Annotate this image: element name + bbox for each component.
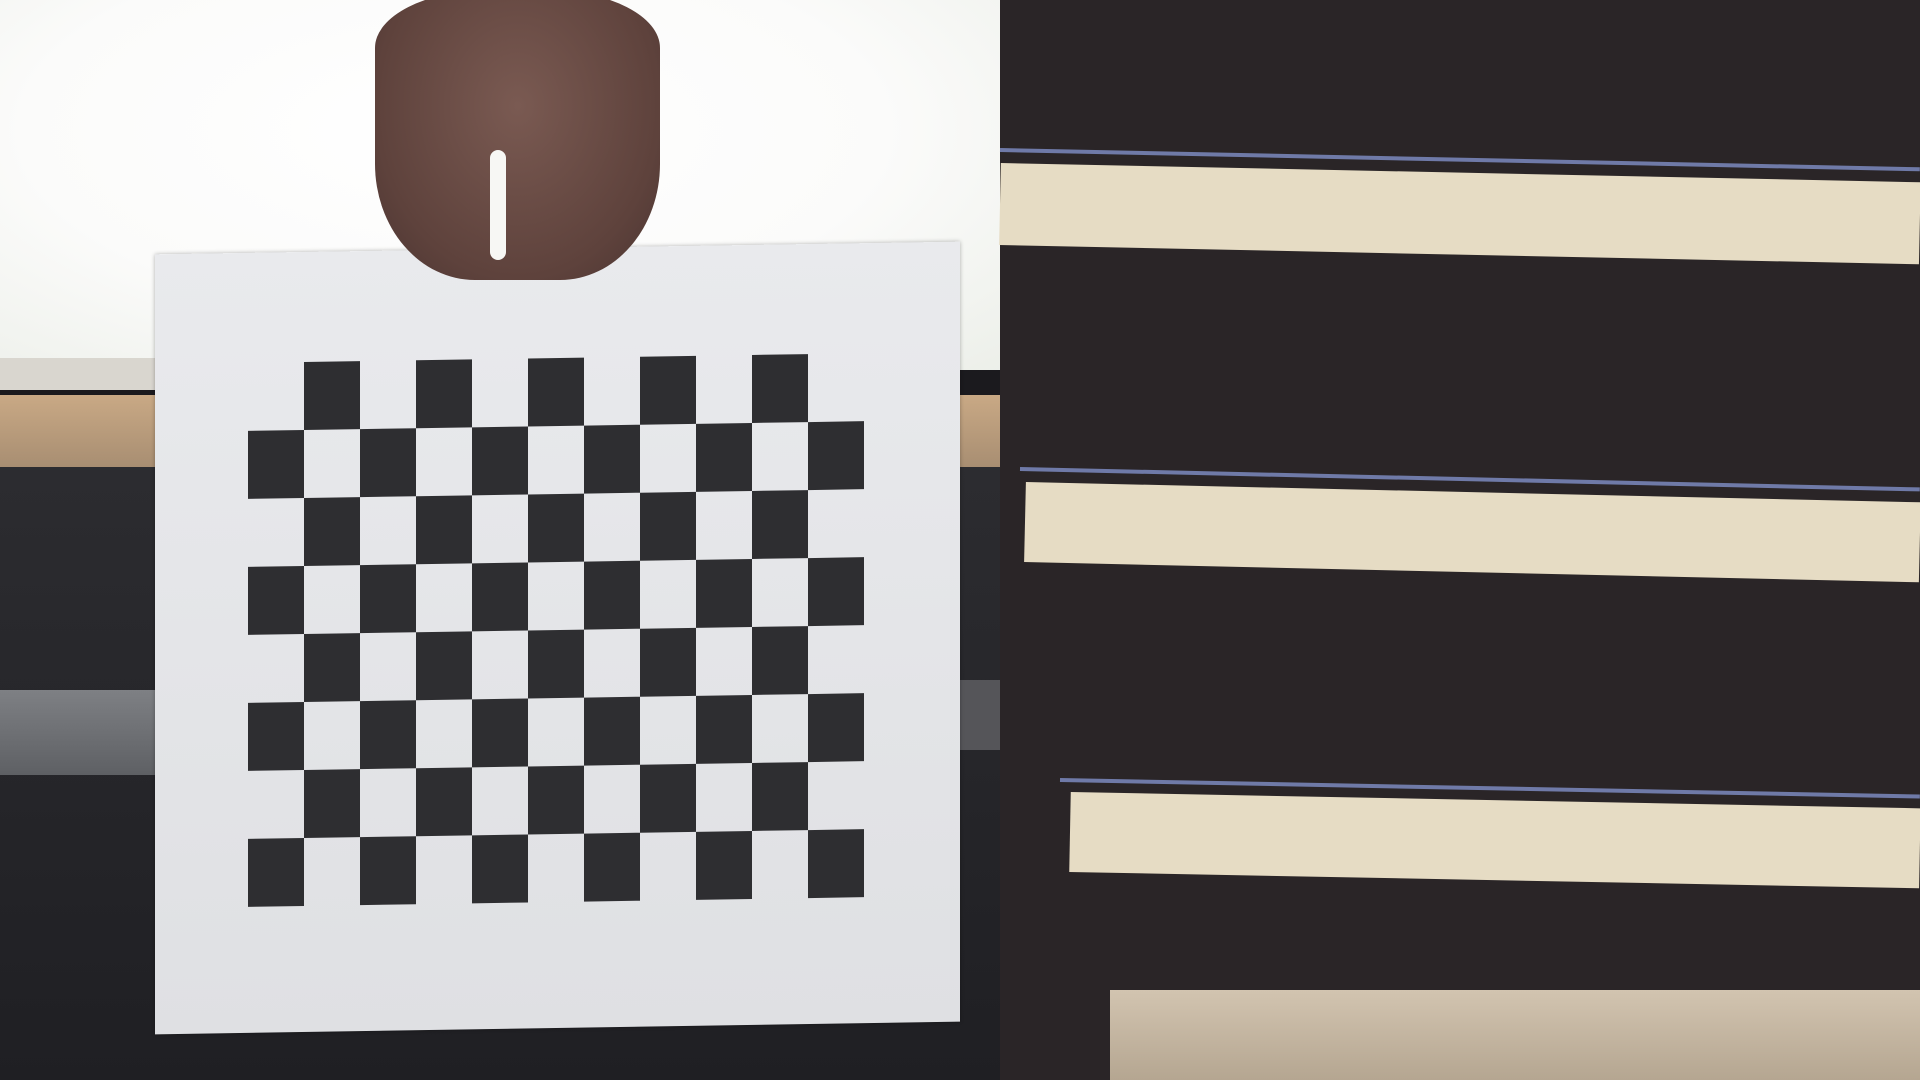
shirt-cream-stripe [999,163,1920,265]
checker-square [696,422,752,492]
finger-gap [490,150,506,260]
checker-square [640,491,696,561]
checker-square [248,429,304,499]
checker-square [752,626,808,695]
checker-square [360,836,416,906]
checker-square [752,354,808,423]
checker-square [528,493,584,563]
checker-square [304,769,360,838]
checker-square [808,421,864,491]
checker-square [248,701,304,771]
checker-square [528,629,584,699]
checker-square [808,557,864,627]
checker-square [416,631,472,701]
checker-square [696,558,752,628]
checker-square [416,767,472,837]
striped-shirt [999,0,1920,1080]
checker-square [640,627,696,697]
checker-square [416,495,472,565]
photo-scene [0,0,1920,1080]
window-frame [0,358,160,390]
checker-square [808,829,864,899]
checker-square [640,355,696,425]
checker-square [752,490,808,559]
checker-square [584,560,640,630]
hand [375,0,660,280]
checker-square [248,565,304,635]
checker-square [472,698,528,768]
checker-square [696,830,752,900]
checker-square [584,696,640,766]
checker-square [472,426,528,496]
checker-square [360,700,416,770]
checker-square [248,837,304,907]
checker-square [416,359,472,429]
metal-rail [0,690,170,775]
checker-square [584,832,640,902]
shirt-cream-stripe [1024,482,1920,583]
checker-square [360,428,416,498]
checker-square [304,361,360,430]
checker-square [808,693,864,763]
checker-square [584,424,640,494]
calibration-sheet [155,241,960,1035]
checker-square [528,357,584,427]
checker-square [696,694,752,764]
checker-square [304,633,360,702]
checker-square [304,497,360,566]
checker-square [360,564,416,634]
shirt-cream-stripe [1069,792,1920,889]
checker-square [528,765,584,835]
checker-square [640,763,696,833]
checker-square [752,762,808,831]
checker-square [472,834,528,904]
checker-square [472,562,528,632]
trousers [1110,990,1920,1080]
